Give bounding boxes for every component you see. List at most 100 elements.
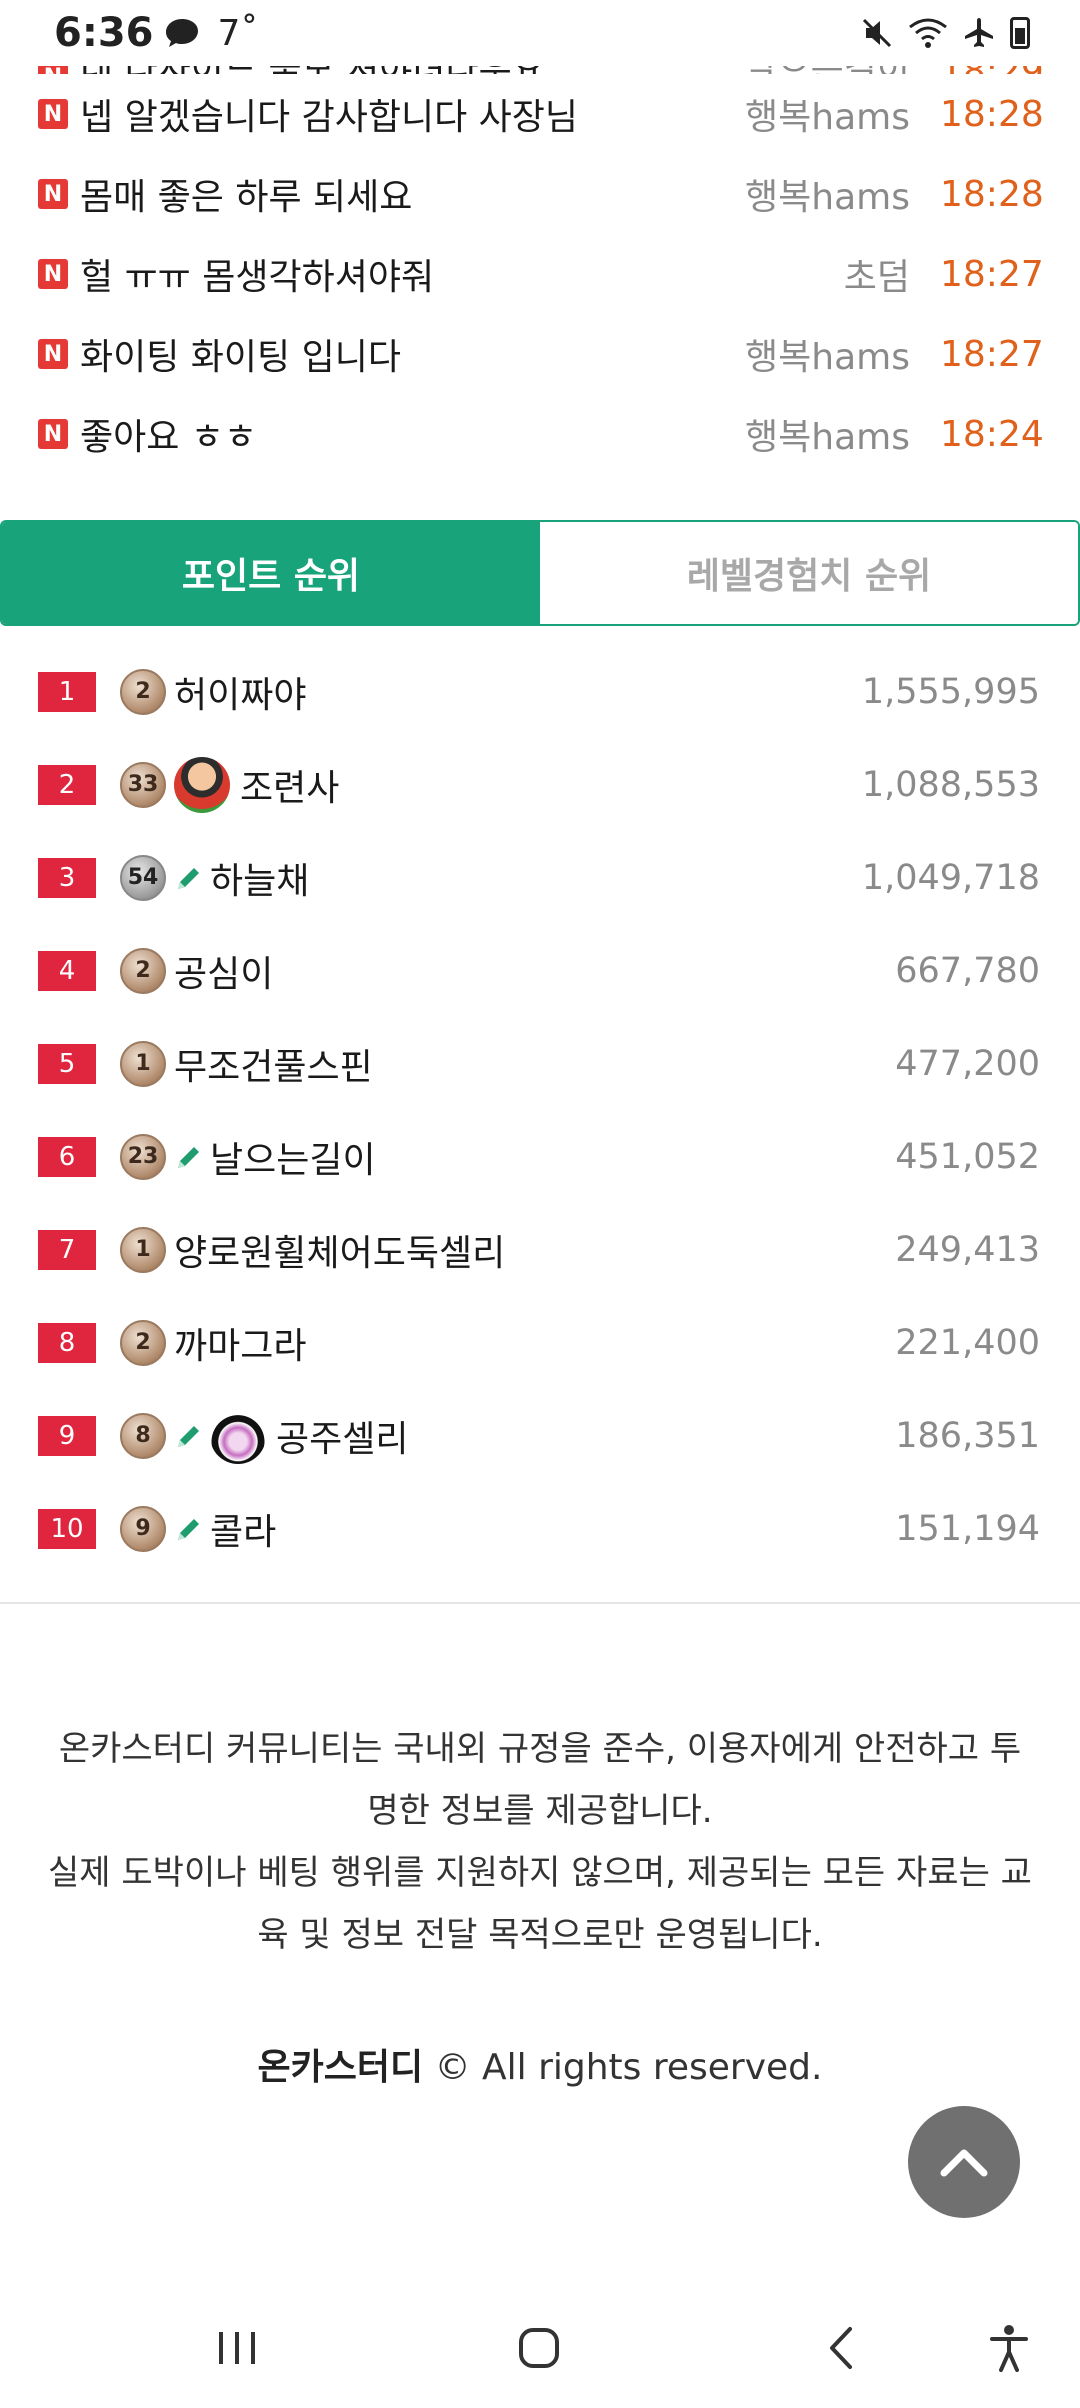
new-badge: N bbox=[38, 179, 68, 209]
ranking-points: 451,052 bbox=[895, 1136, 1040, 1177]
avatar bbox=[210, 1407, 266, 1464]
ranking-points: 1,088,553 bbox=[861, 764, 1040, 805]
level-badge-icon: 54 bbox=[120, 854, 166, 901]
ranking-user-name[interactable]: 공주셀리 bbox=[276, 1410, 895, 1462]
status-left: 6:36 7˚ bbox=[54, 10, 258, 56]
recent-post-item[interactable]: N 몸매 좋은 하루 되세요 행복hams 18:28 bbox=[0, 154, 1080, 234]
recent-post-author: 행복hams bbox=[745, 177, 910, 218]
rank-number: 4 bbox=[38, 950, 96, 991]
rank-number: 9 bbox=[38, 1415, 96, 1456]
ranking-row[interactable]: 1 2 허이짜야 1,555,995 bbox=[0, 645, 1080, 738]
ranking-tabs: 포인트 순위 레벨경험치 순위 bbox=[0, 520, 1080, 626]
status-temperature: 7˚ bbox=[217, 12, 259, 54]
level-badge-icon: 9 bbox=[120, 1505, 166, 1552]
pencil-icon bbox=[178, 867, 199, 889]
level-badge-icon: 23 bbox=[120, 1133, 166, 1180]
recent-post-author: 행복hams bbox=[745, 417, 910, 458]
recent-post-item[interactable]: N 화이팅 화이팅 입니다 행복hams 18:27 bbox=[0, 314, 1080, 394]
recent-post-item[interactable]: N 좋아요 ㅎㅎ 행복hams 18:24 bbox=[0, 394, 1080, 474]
recent-apps-icon bbox=[219, 2332, 255, 2364]
ranking-points: 249,413 bbox=[895, 1229, 1040, 1270]
home-button[interactable] bbox=[504, 2318, 574, 2378]
pencil-icon bbox=[178, 1146, 199, 1168]
ranking-user-name[interactable]: 허이짜야 bbox=[174, 666, 862, 718]
recent-post-time: 18:28 bbox=[940, 93, 1044, 135]
recent-post-title[interactable]: 화이팅 화이팅 입니다 bbox=[80, 328, 720, 380]
recent-posts-list: N 네 다사이드 좋모 셔야녀다우요 날으는길이 18:29 N 넵 알겠습니다… bbox=[0, 40, 1080, 474]
ranking-points: 186,351 bbox=[895, 1415, 1040, 1456]
recent-post-author: 초덤 bbox=[843, 257, 910, 298]
new-badge: N bbox=[38, 339, 68, 369]
rank-number: 6 bbox=[38, 1136, 96, 1177]
ranking-points: 1,049,718 bbox=[861, 857, 1040, 898]
recent-post-author: 행복hams bbox=[745, 337, 910, 378]
ranking-row[interactable]: 10 9 콜라 151,194 bbox=[0, 1482, 1080, 1575]
ranking-row[interactable]: 8 2 까마그라 221,400 bbox=[0, 1296, 1080, 1389]
recent-post-time: 18:24 bbox=[940, 413, 1044, 455]
accessibility-button[interactable] bbox=[974, 2318, 1044, 2378]
ranking-user-name[interactable]: 공심이 bbox=[174, 945, 895, 997]
ranking-user-name[interactable]: 무조건풀스핀 bbox=[174, 1038, 895, 1090]
new-badge: N bbox=[38, 419, 68, 449]
footer-line: 명한 정보를 제공합니다. bbox=[367, 1791, 713, 1831]
recent-post-time: 18:27 bbox=[940, 253, 1044, 295]
ranking-row[interactable]: 7 1 양로원휠체어도둑셀리 249,413 bbox=[0, 1203, 1080, 1296]
tab-level-ranking[interactable]: 레벨경험치 순위 bbox=[540, 522, 1078, 624]
level-badge-icon: 33 bbox=[120, 761, 166, 808]
footer-disclaimer: 온카스터디 커뮤니티는 국내외 규정을 준수, 이용자에게 안전하고 투 명한 … bbox=[40, 1718, 1040, 1966]
accessibility-icon bbox=[990, 2325, 1028, 2372]
level-badge-icon: 1 bbox=[120, 1040, 166, 1087]
recent-post-time: 18:28 bbox=[940, 173, 1044, 215]
footer-line: 온카스터디 커뮤니티는 국내외 규정을 준수, 이용자에게 안전하고 투 bbox=[58, 1729, 1022, 1769]
ranking-user-name[interactable]: 하늘채 bbox=[210, 852, 862, 904]
recent-post-time: 18:27 bbox=[940, 333, 1044, 375]
recent-post-author: 행복hams bbox=[745, 97, 910, 138]
wifi-icon bbox=[909, 18, 947, 48]
status-right bbox=[860, 16, 1030, 50]
ranking-user-name[interactable]: 콜라 bbox=[210, 1503, 895, 1555]
ranking-row[interactable]: 3 54 하늘채 1,049,718 bbox=[0, 831, 1080, 924]
ranking-user-name[interactable]: 조련사 bbox=[240, 759, 862, 811]
ranking-row[interactable]: 9 8 공주셀리 186,351 bbox=[0, 1389, 1080, 1482]
footer-line: 육 및 정보 전달 목적으로만 운영됩니다. bbox=[257, 1915, 823, 1955]
chat-bubble-icon bbox=[165, 19, 198, 47]
rank-number: 8 bbox=[38, 1322, 96, 1363]
footer-brand: 온카스터디 bbox=[257, 2047, 424, 2088]
recent-post-title[interactable]: 헐 ㅠㅠ 몸생각하셔야줘 bbox=[80, 248, 720, 300]
new-badge: N bbox=[38, 259, 68, 289]
back-button[interactable] bbox=[806, 2318, 876, 2378]
pencil-icon bbox=[178, 1425, 199, 1447]
recent-post-title[interactable]: 좋아요 ㅎㅎ bbox=[80, 408, 720, 460]
footer-line: 실제 도박이나 베팅 행위를 지원하지 않으며, 제공되는 모든 자료는 교 bbox=[48, 1853, 1032, 1893]
recent-post-item[interactable]: N 헐 ㅠㅠ 몸생각하셔야줘 초덤 18:27 bbox=[0, 234, 1080, 314]
ranking-user-name[interactable]: 날으는길이 bbox=[210, 1131, 895, 1183]
ranking-row[interactable]: 2 33 조련사 1,088,553 bbox=[0, 738, 1080, 831]
ranking-user-name[interactable]: 까마그라 bbox=[174, 1317, 895, 1369]
rank-number: 1 bbox=[38, 671, 96, 712]
chevron-up-icon bbox=[940, 2149, 988, 2177]
footer-copyright: 온카스터디 © All rights reserved. bbox=[0, 2038, 1080, 2090]
ranking-user-name[interactable]: 양로원휠체어도둑셀리 bbox=[174, 1224, 895, 1276]
scroll-to-top-button[interactable] bbox=[908, 2106, 1020, 2218]
status-bar: 6:36 7˚ bbox=[0, 0, 1080, 66]
ranking-row[interactable]: 4 2 공심이 667,780 bbox=[0, 924, 1080, 1017]
ranking-row[interactable]: 6 23 날으는길이 451,052 bbox=[0, 1110, 1080, 1203]
status-time: 6:36 bbox=[54, 10, 154, 56]
rank-number: 7 bbox=[38, 1229, 96, 1270]
rank-number: 5 bbox=[38, 1043, 96, 1084]
recent-post-item[interactable]: N 넵 알겠습니다 감사합니다 사장님 행복hams 18:28 bbox=[0, 74, 1080, 154]
mute-icon bbox=[862, 18, 892, 48]
level-badge-icon: 2 bbox=[120, 668, 166, 715]
ranking-points: 1,555,995 bbox=[861, 671, 1040, 712]
system-navigation-bar bbox=[0, 2290, 1080, 2408]
recent-post-title[interactable]: 몸매 좋은 하루 되세요 bbox=[80, 168, 720, 220]
ranking-points: 667,780 bbox=[895, 950, 1040, 991]
tab-points-ranking[interactable]: 포인트 순위 bbox=[2, 522, 540, 624]
recent-apps-button[interactable] bbox=[202, 2318, 272, 2378]
level-badge-icon: 2 bbox=[120, 947, 166, 994]
recent-post-title[interactable]: 넵 알겠습니다 감사합니다 사장님 bbox=[80, 88, 720, 140]
pencil-icon bbox=[178, 1518, 199, 1540]
back-icon bbox=[830, 2327, 852, 2369]
ranking-row[interactable]: 5 1 무조건풀스핀 477,200 bbox=[0, 1017, 1080, 1110]
rank-number: 3 bbox=[38, 857, 96, 898]
